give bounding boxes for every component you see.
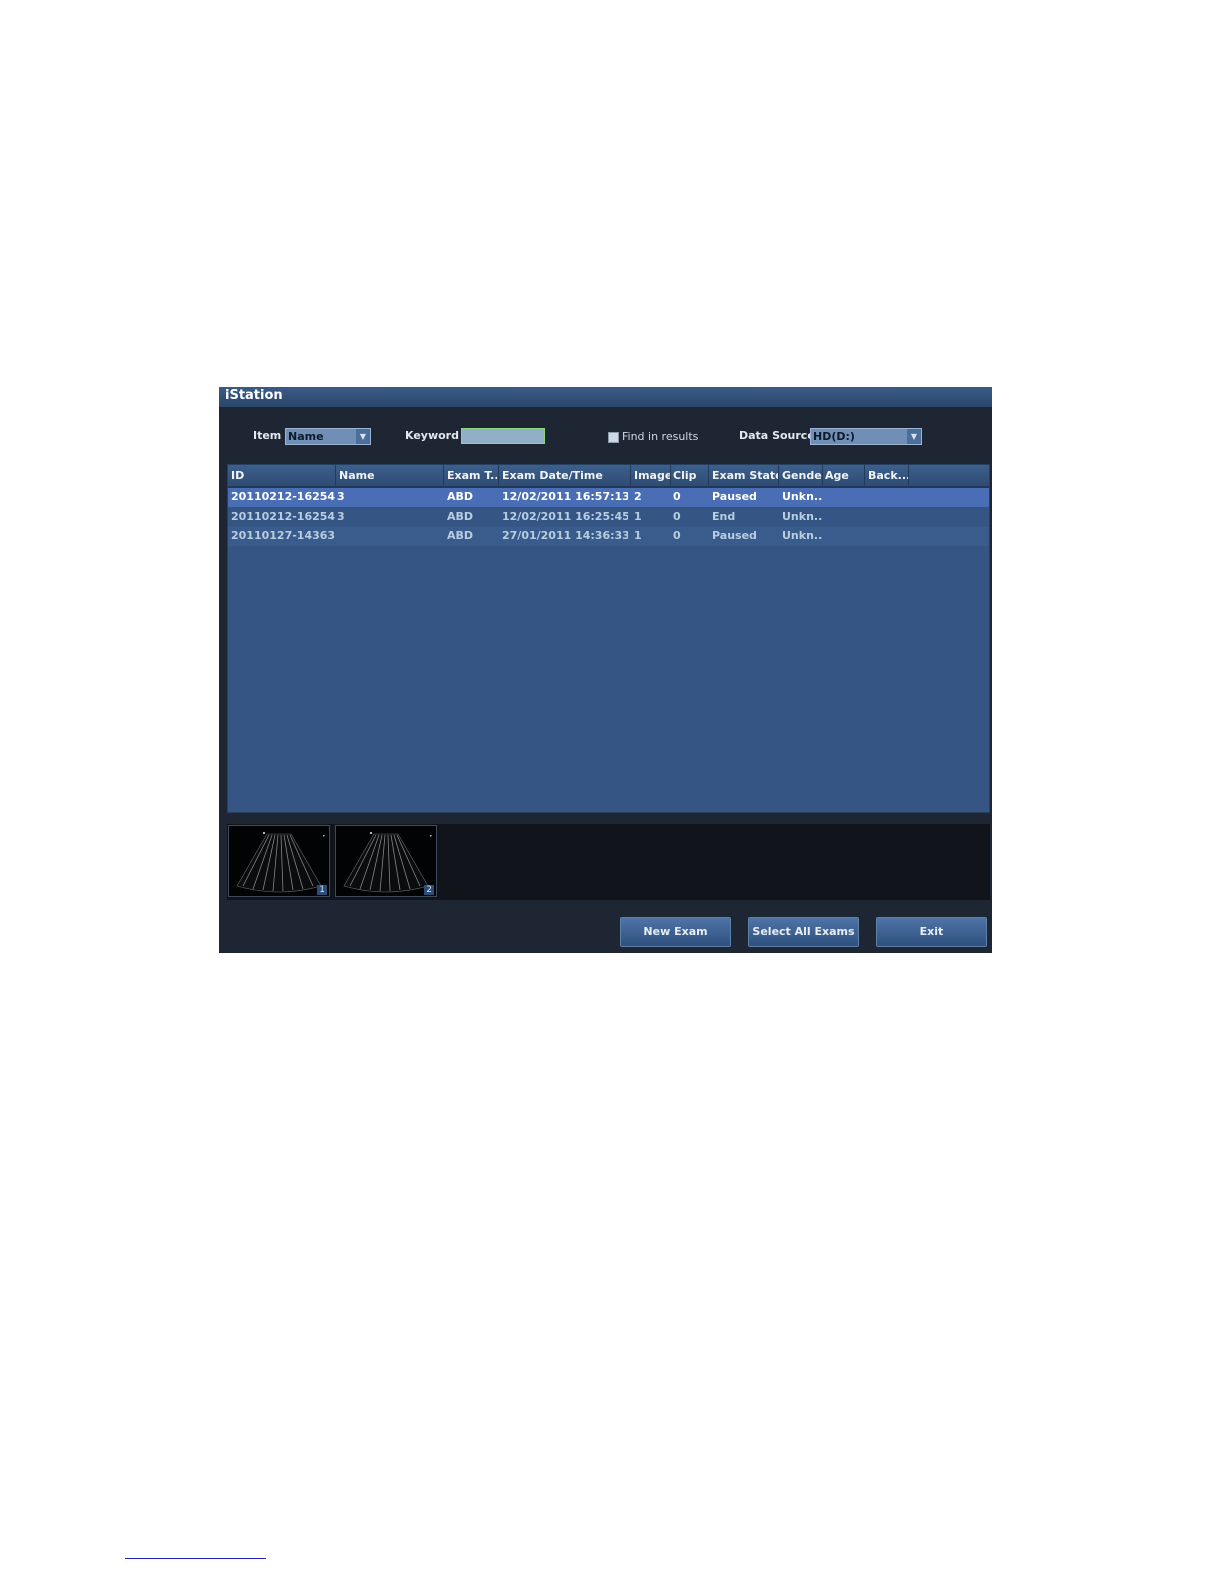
chevron-down-icon[interactable]: ▼ [907, 429, 921, 444]
item-label: Item [253, 429, 282, 442]
cell-exam-type: ABD [447, 510, 474, 523]
item-select-value: Name [288, 430, 324, 443]
cell-clip: 0 [673, 529, 681, 542]
istation-window: iStation Item Name ▼ Keyword Find in res… [219, 387, 992, 953]
exam-table: ID Name Exam T... Exam Date/Time Image C… [227, 464, 990, 813]
cell-gender: Unkn... [782, 510, 822, 523]
column-header-name[interactable]: Name [339, 469, 439, 482]
cell-id: 20110212-16254... [231, 510, 335, 523]
cell-image: 2 [634, 490, 642, 503]
column-header-image[interactable]: Image [634, 469, 670, 482]
ultrasound-scan-icon [236, 832, 325, 893]
keyword-label: Keyword [405, 429, 459, 442]
title-bar: iStation [219, 387, 992, 408]
table-row[interactable]: 20110212-16254... 3 ABD 12/02/2011 16:25… [228, 508, 989, 527]
keyword-input[interactable] [461, 428, 545, 444]
cell-name: 3 [337, 490, 345, 503]
footer-divider [125, 1558, 266, 1559]
thumbnail-image[interactable]: 1 [228, 825, 330, 897]
find-in-results-label: Find in results [622, 430, 699, 443]
data-source-label: Data Source [739, 429, 815, 442]
cell-exam-datetime: 12/02/2011 16:57:13 [502, 490, 628, 503]
thumbnail-number: 1 [317, 885, 327, 895]
window-title: iStation [225, 388, 283, 403]
column-header-clip[interactable]: Clip [673, 469, 707, 482]
column-header-age[interactable]: Age [825, 469, 863, 482]
column-header-exam-datetime[interactable]: Exam Date/Time [502, 469, 628, 482]
exit-button[interactable]: Exit [876, 917, 987, 947]
ultrasound-scan-icon [343, 832, 432, 893]
cell-clip: 0 [673, 490, 681, 503]
cell-exam-datetime: 12/02/2011 16:25:45 [502, 510, 628, 523]
column-header-id[interactable]: ID [231, 469, 331, 482]
cell-image: 1 [634, 510, 642, 523]
find-in-results-checkbox[interactable] [608, 432, 619, 443]
column-header-exam-state[interactable]: Exam State [712, 469, 778, 482]
cell-gender: Unkn... [782, 490, 822, 503]
thumbnail-image[interactable]: 2 [335, 825, 437, 897]
cell-id: 20110212-16254... [231, 490, 335, 503]
column-header-exam-type[interactable]: Exam T... [447, 469, 497, 482]
column-header-gender[interactable]: Gender [782, 469, 822, 482]
item-select[interactable]: Name ▼ [285, 428, 371, 445]
cell-gender: Unkn... [782, 529, 822, 542]
select-all-exams-button[interactable]: Select All Exams [748, 917, 859, 947]
table-row[interactable]: 20110212-16254... 3 ABD 12/02/2011 16:57… [228, 488, 989, 507]
table-row[interactable]: 20110127-14363... ABD 27/01/2011 14:36:3… [228, 527, 989, 546]
cell-image: 1 [634, 529, 642, 542]
cell-exam-state: Paused [712, 529, 757, 542]
data-source-value: HD(D:) [813, 430, 855, 443]
cell-id: 20110127-14363... [231, 529, 335, 542]
chevron-down-icon[interactable]: ▼ [356, 429, 370, 444]
table-header: ID Name Exam T... Exam Date/Time Image C… [228, 465, 989, 488]
cell-name: 3 [337, 510, 345, 523]
data-source-select[interactable]: HD(D:) ▼ [810, 428, 922, 445]
new-exam-button[interactable]: New Exam [620, 917, 731, 947]
cell-clip: 0 [673, 510, 681, 523]
column-header-back[interactable]: Back... [868, 469, 908, 482]
thumbnail-number: 2 [424, 885, 434, 895]
thumbnail-strip: 1 2 [227, 824, 990, 900]
cell-exam-state: End [712, 510, 736, 523]
cell-exam-type: ABD [447, 490, 474, 503]
cell-exam-datetime: 27/01/2011 14:36:33 [502, 529, 628, 542]
cell-exam-state: Paused [712, 490, 757, 503]
cell-exam-type: ABD [447, 529, 474, 542]
